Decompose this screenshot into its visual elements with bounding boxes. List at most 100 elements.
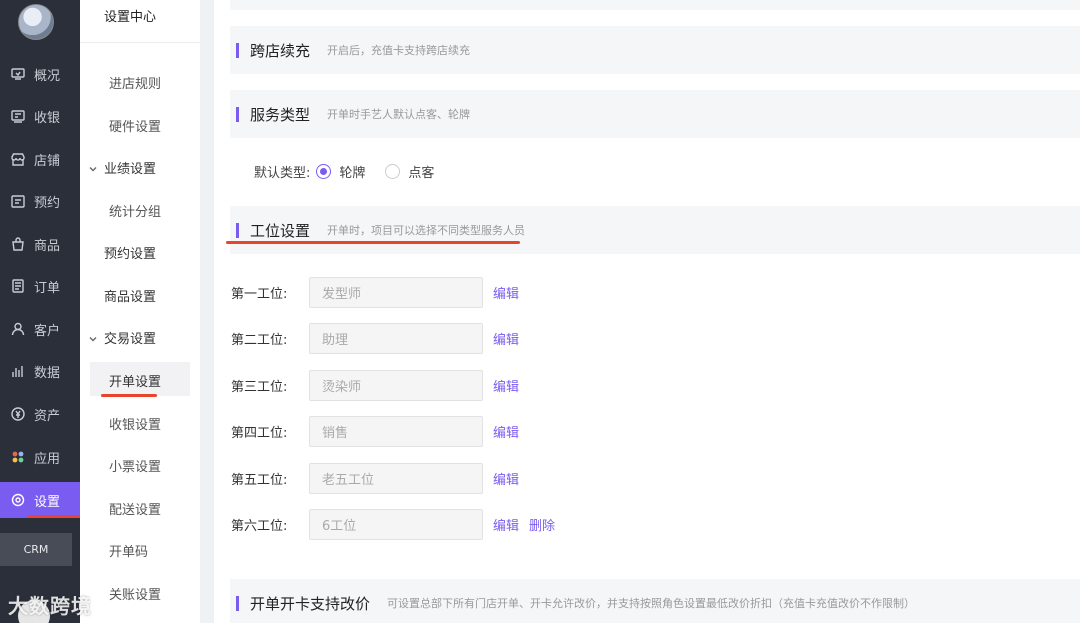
nav-item-settings[interactable]: 设置: [0, 482, 80, 518]
nav-item-label: 设置: [34, 494, 61, 510]
radio-rotation[interactable]: 轮牌: [316, 162, 365, 181]
radio-label: 轮牌: [339, 166, 366, 181]
subnav-item-goods[interactable]: 商品设置: [104, 286, 156, 305]
default-type-label: 默认类型:: [254, 166, 311, 181]
radio-label: 点客: [408, 166, 435, 181]
edit-link[interactable]: 编辑: [493, 283, 519, 302]
radio-dot: [316, 164, 332, 179]
default-type-row: 默认类型: 轮牌 点客: [254, 162, 448, 181]
crm-button[interactable]: CRM: [0, 533, 72, 566]
order-icon: [10, 278, 26, 294]
position-row: 第六工位: 6工位 编辑 删除: [231, 509, 555, 540]
apps-icon: [10, 449, 26, 465]
section-title: 服务类型: [250, 105, 311, 124]
subnav-item-delivery[interactable]: 配送设置: [109, 499, 161, 518]
section-title: 开单开卡支持改价: [250, 594, 371, 613]
section-title: 跨店续充: [250, 41, 311, 60]
subnav-item-closing[interactable]: 关账设置: [109, 584, 161, 603]
edit-link[interactable]: 编辑: [493, 422, 519, 441]
nav-item-data[interactable]: 数据: [0, 353, 80, 389]
delete-link[interactable]: 删除: [529, 515, 555, 534]
position-input[interactable]: 发型师: [309, 277, 483, 308]
nav-item-label: 店铺: [34, 153, 61, 169]
position-label: 第三工位:: [231, 380, 288, 395]
section-title: 工位设置: [250, 221, 311, 240]
subnav-group-trade[interactable]: 交易设置: [88, 328, 156, 347]
asset-icon: [10, 406, 26, 422]
main-nav: 概况 收银 店铺 预约 商品 订单 客户 数据 资产 应用 设置 CRM: [0, 0, 84, 623]
section-desc: 开启后，充值卡支持跨店续充: [327, 44, 471, 57]
subnav-group-label: 交易设置: [104, 332, 157, 347]
edit-link[interactable]: 编辑: [493, 329, 519, 348]
section-header-service-type: 服务类型 开单时手艺人默认点客、轮牌: [230, 90, 1080, 138]
nav-item-goods[interactable]: 商品: [0, 226, 80, 262]
position-row: 第四工位: 销售 编辑: [231, 416, 519, 447]
radio-dot: [385, 164, 401, 179]
chevron-down-icon: [88, 163, 98, 173]
nav-item-apps[interactable]: 应用: [0, 439, 80, 475]
subnav-item-hardware[interactable]: 硬件设置: [109, 116, 161, 135]
goods-icon: [10, 236, 26, 252]
position-label: 第五工位:: [231, 473, 288, 488]
nav-item-label: 资产: [34, 408, 61, 424]
radio-designated[interactable]: 点客: [385, 162, 434, 181]
nav-item-label: 商品: [34, 238, 61, 254]
position-row: 第五工位: 老五工位 编辑: [231, 463, 519, 494]
section-header-top: [230, 0, 1080, 10]
position-label: 第四工位:: [231, 426, 288, 441]
subnav-item-cashier[interactable]: 收银设置: [109, 414, 161, 433]
subnav-item-entry-rules[interactable]: 进店规则: [109, 73, 161, 92]
section-bar: [236, 595, 239, 611]
data-icon: [10, 363, 26, 379]
appointment-icon: [10, 193, 26, 209]
position-row: 第三工位: 烫染师 编辑: [231, 370, 519, 401]
subnav-item-receipt[interactable]: 小票设置: [109, 456, 161, 475]
section-header-positions: 工位设置 开单时，项目可以选择不同类型服务人员: [230, 206, 1080, 254]
nav-item-label: 应用: [34, 451, 61, 467]
nav-item-store[interactable]: 店铺: [0, 141, 80, 177]
overview-icon: [10, 66, 26, 82]
main-content: 跨店续充 开启后，充值卡支持跨店续充 服务类型 开单时手艺人默认点客、轮牌 默认…: [214, 0, 1080, 623]
section-bar: [236, 222, 239, 238]
watermark: 大数跨境: [8, 594, 92, 618]
position-row: 第二工位: 助理 编辑: [231, 323, 519, 354]
nav-item-label: 订单: [34, 280, 61, 296]
section-header-price-change: 开单开卡支持改价 可设置总部下所有门店开单、开卡允许改价，并支持按照角色设置最低…: [230, 579, 1080, 623]
settings-icon: [10, 492, 26, 508]
position-input[interactable]: 烫染师: [309, 370, 483, 401]
position-input[interactable]: 6工位: [309, 509, 483, 540]
nav-item-appointment[interactable]: 预约: [0, 183, 80, 219]
nav-item-overview[interactable]: 概况: [0, 56, 80, 92]
position-input[interactable]: 销售: [309, 416, 483, 447]
section-desc: 可设置总部下所有门店开单、开卡允许改价，并支持按照角色设置最低改价折扣（充值卡充…: [387, 597, 916, 610]
nav-item-asset[interactable]: 资产: [0, 396, 80, 432]
edit-link[interactable]: 编辑: [493, 515, 519, 534]
section-bar: [236, 42, 239, 58]
nav-item-order[interactable]: 订单: [0, 268, 80, 304]
subnav-title: 设置中心: [104, 10, 157, 25]
avatar[interactable]: [18, 4, 54, 40]
position-input[interactable]: 助理: [309, 323, 483, 354]
edit-link[interactable]: 编辑: [493, 469, 519, 488]
position-label: 第六工位:: [231, 519, 288, 534]
edit-link[interactable]: 编辑: [493, 376, 519, 395]
customer-icon: [10, 321, 26, 337]
gutter: [200, 0, 214, 623]
nav-item-label: 预约: [34, 195, 61, 211]
position-label: 第一工位:: [231, 287, 288, 302]
store-icon: [10, 151, 26, 167]
position-input[interactable]: 老五工位: [309, 463, 483, 494]
subnav-item-order-code[interactable]: 开单码: [109, 541, 148, 560]
chevron-down-icon: [88, 333, 98, 343]
annotation-underline: [101, 394, 157, 397]
section-header-cross-store: 跨店续充 开启后，充值卡支持跨店续充: [230, 26, 1080, 74]
nav-item-label: 数据: [34, 365, 61, 381]
subnav-item-stat-group[interactable]: 统计分组: [109, 201, 161, 220]
nav-item-label: 概况: [34, 68, 61, 84]
subnav-item-appointment[interactable]: 预约设置: [104, 243, 156, 262]
nav-item-customer[interactable]: 客户: [0, 311, 80, 347]
position-row: 第一工位: 发型师 编辑: [231, 277, 519, 308]
subnav-group-performance[interactable]: 业绩设置: [88, 158, 156, 177]
divider: [80, 42, 200, 43]
nav-item-cashier[interactable]: 收银: [0, 98, 80, 134]
